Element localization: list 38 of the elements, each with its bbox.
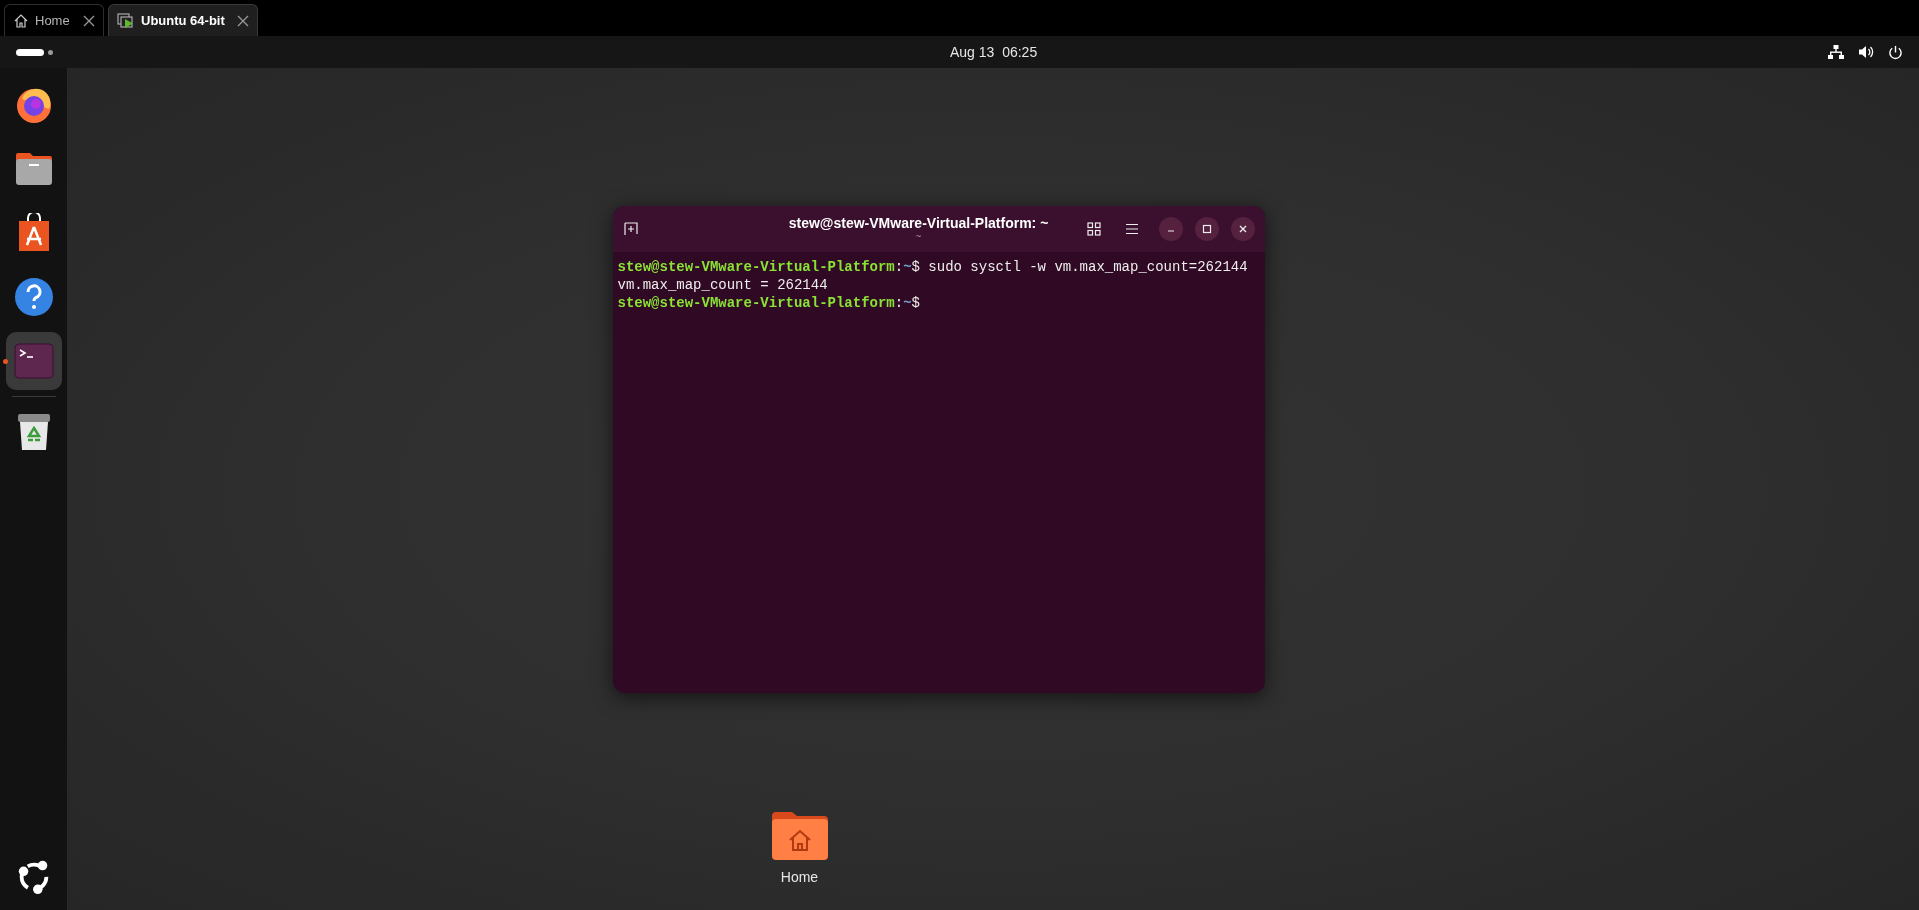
prompt-text: stew@stew-VMware-Virtual-Platform (617, 294, 895, 312)
help-icon (13, 277, 54, 317)
browser-tab[interactable]: Home (4, 4, 104, 36)
prompt-separator: : (894, 294, 904, 312)
tab-label: Ubuntu 64-bit (141, 11, 226, 30)
home-folder-icon[interactable] (770, 811, 829, 861)
command-text: $ (911, 294, 920, 312)
close-icon (1237, 224, 1248, 234)
grid-view-icon[interactable] (1086, 222, 1101, 236)
workspace-indicator[interactable] (16, 48, 53, 56)
new-tab-icon[interactable] (622, 221, 639, 237)
prompt-separator: : (894, 258, 904, 276)
tab-label: Home (35, 11, 71, 30)
home-icon (13, 12, 29, 29)
maximize-button[interactable] (1194, 217, 1219, 241)
power-icon[interactable] (1888, 44, 1903, 60)
output-text: vm.max_map_count = 262144 (617, 276, 828, 294)
virtual-machine-icon (117, 12, 135, 29)
prompt-path: ~ (903, 258, 912, 276)
clock[interactable]: Aug 13 06:25 (950, 41, 1038, 63)
running-indicator (2, 359, 8, 364)
prompt-path: ~ (903, 294, 912, 312)
command-text: $ sudo sysctl -w vm.max_map_count=262144 (911, 258, 1248, 276)
volume-icon[interactable] (1858, 45, 1874, 59)
desktop-icon-label[interactable]: Home (780, 867, 819, 888)
prompt-text: stew@stew-VMware-Virtual-Platform (617, 258, 895, 276)
maximize-icon (1201, 224, 1212, 234)
window-title: stew@stew-VMware-Virtual-Platform: ~ (788, 216, 1049, 230)
close-button[interactable] (1230, 217, 1255, 241)
browser-tab[interactable]: Ubuntu 64-bit (108, 4, 258, 36)
folder-icon (13, 151, 54, 187)
trash-icon (15, 412, 52, 452)
network-icon[interactable] (1828, 45, 1844, 59)
menu-icon[interactable] (1124, 223, 1139, 235)
close-icon[interactable] (237, 14, 249, 27)
window-subtitle: ~ (915, 232, 922, 242)
close-icon[interactable] (83, 14, 95, 27)
terminal-icon (13, 343, 54, 379)
